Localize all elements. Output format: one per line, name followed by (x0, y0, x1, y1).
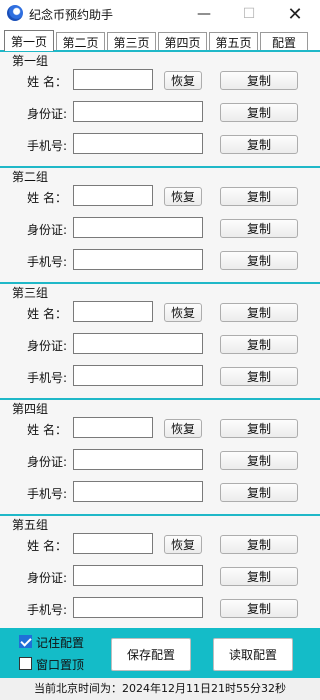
id-card-label: 身份证: (26, 455, 67, 469)
copy-phone-button[interactable]: 复制 (220, 367, 298, 386)
load-config-button[interactable]: 读取配置 (213, 638, 293, 671)
name-label: 姓 名： (27, 423, 67, 437)
tab-page-1[interactable]: 第一页 (4, 30, 54, 51)
title-bar[interactable]: 纪念币预约助手 — ☐ ✕ (0, 0, 320, 28)
copy-phone-button[interactable]: 复制 (220, 135, 298, 154)
name-label: 姓 名： (27, 539, 67, 553)
copy-phone-button[interactable]: 复制 (220, 251, 298, 270)
name-label: 姓 名： (27, 307, 67, 321)
remember-config-label[interactable]: 记住配置 (36, 634, 84, 651)
id-card-label: 身份证: (26, 571, 67, 585)
close-button[interactable]: ✕ (272, 0, 318, 28)
id-card-input[interactable] (73, 101, 203, 122)
id-card-input[interactable] (73, 565, 203, 586)
id-card-label: 身份证: (26, 223, 67, 237)
phone-input[interactable] (73, 597, 203, 618)
name-input[interactable] (73, 417, 153, 438)
copy-name-button[interactable]: 复制 (220, 535, 298, 554)
copy-name-button[interactable]: 复制 (220, 187, 298, 206)
minimize-button[interactable]: — (181, 0, 227, 28)
remember-config-checkbox[interactable] (19, 635, 32, 648)
phone-label: 手机号: (26, 603, 67, 617)
group-title: 第四组 (12, 402, 49, 416)
id-card-input[interactable] (73, 449, 203, 470)
copy-phone-button[interactable]: 复制 (220, 599, 298, 618)
restore-button[interactable]: 恢复 (164, 71, 202, 90)
name-label: 姓 名： (27, 75, 67, 89)
name-input[interactable] (73, 533, 153, 554)
phone-input[interactable] (73, 133, 203, 154)
restore-button[interactable]: 恢复 (164, 419, 202, 438)
copy-name-button[interactable]: 复制 (220, 303, 298, 322)
copy-id-button[interactable]: 复制 (220, 567, 298, 586)
phone-label: 手机号: (26, 139, 67, 153)
restore-button[interactable]: 恢复 (164, 535, 202, 554)
window-topmost-checkbox[interactable] (19, 657, 32, 670)
name-label: 姓 名： (27, 191, 67, 205)
copy-name-button[interactable]: 复制 (220, 71, 298, 90)
tab-page-3[interactable]: 第三页 (107, 32, 156, 51)
copy-id-button[interactable]: 复制 (220, 335, 298, 354)
group-title: 第一组 (12, 54, 49, 68)
copy-id-button[interactable]: 复制 (220, 103, 298, 122)
id-card-label: 身份证: (26, 339, 67, 353)
tab-bar: 第一页 第二页 第三页 第四页 第五页 配置 (4, 30, 316, 51)
tab-config[interactable]: 配置 (260, 32, 308, 51)
copy-phone-button[interactable]: 复制 (220, 483, 298, 502)
copy-id-button[interactable]: 复制 (220, 219, 298, 238)
window-title: 纪念币预约助手 (29, 8, 114, 22)
phone-label: 手机号: (26, 371, 67, 385)
maximize-button[interactable]: ☐ (226, 0, 272, 28)
restore-button[interactable]: 恢复 (164, 303, 202, 322)
save-config-button[interactable]: 保存配置 (111, 638, 191, 671)
phone-label: 手机号: (26, 487, 67, 501)
phone-input[interactable] (73, 481, 203, 502)
phone-input[interactable] (73, 365, 203, 386)
group-title: 第五组 (12, 518, 49, 532)
id-card-input[interactable] (73, 217, 203, 238)
group-title: 第二组 (12, 170, 49, 184)
name-input[interactable] (73, 69, 153, 90)
phone-label: 手机号: (26, 255, 67, 269)
id-card-input[interactable] (73, 333, 203, 354)
tab-page-4[interactable]: 第四页 (158, 32, 207, 51)
phone-input[interactable] (73, 249, 203, 270)
group-title: 第三组 (12, 286, 49, 300)
window-topmost-label[interactable]: 窗口置顶 (36, 656, 84, 673)
copy-id-button[interactable]: 复制 (220, 451, 298, 470)
copy-name-button[interactable]: 复制 (220, 419, 298, 438)
app-icon (7, 5, 23, 21)
beijing-time-status: 当前北京时间为：2024年12月11日21时55分32秒 (0, 678, 320, 700)
id-card-label: 身份证: (26, 107, 67, 121)
tab-page-2[interactable]: 第二页 (56, 32, 105, 51)
tab-page-5[interactable]: 第五页 (209, 32, 258, 51)
name-input[interactable] (73, 185, 153, 206)
name-input[interactable] (73, 301, 153, 322)
restore-button[interactable]: 恢复 (164, 187, 202, 206)
